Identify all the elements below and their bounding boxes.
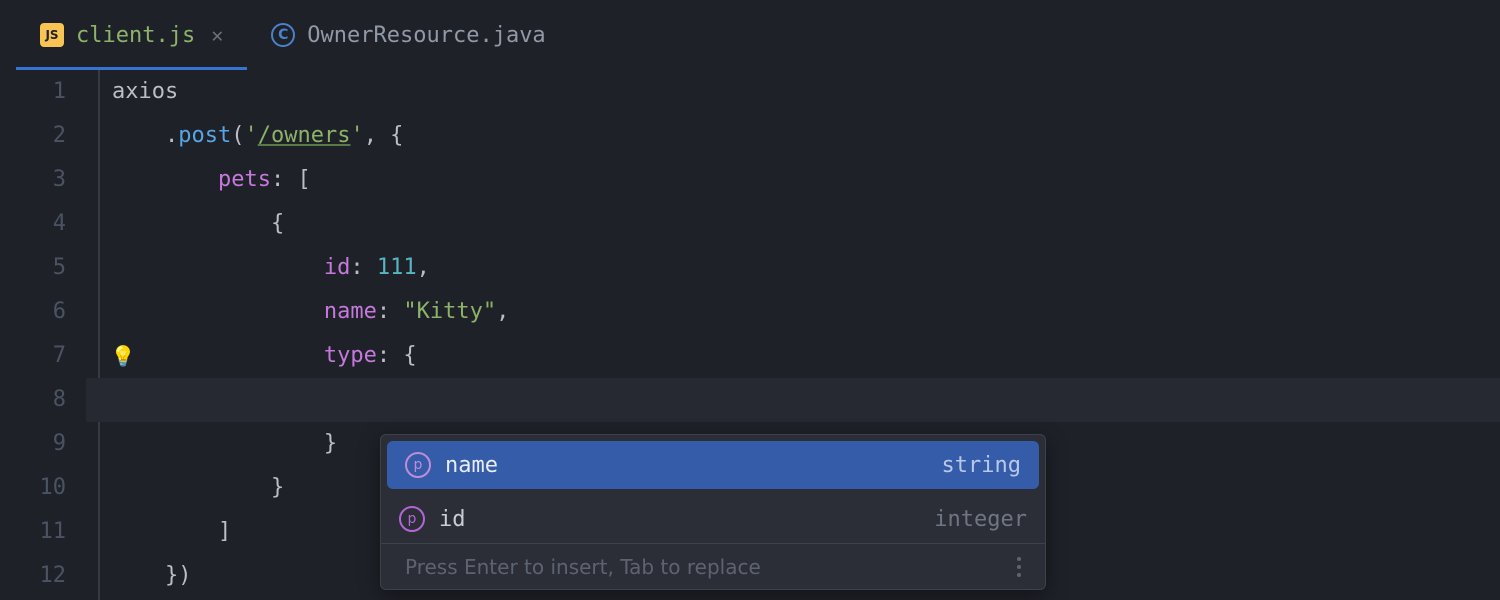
tab-title: client.js <box>76 23 195 48</box>
line-number: 5 <box>0 246 66 290</box>
line-number: 4 <box>0 202 66 246</box>
code-token: }) <box>112 563 191 588</box>
code-token: } <box>112 431 337 456</box>
code-token: , <box>496 299 509 324</box>
code-line[interactable]: .post('/owners', { <box>86 114 1500 158</box>
tab-ownerresource-java[interactable]: C OwnerResource.java <box>247 0 569 70</box>
completion-item[interactable]: pidinteger <box>381 495 1045 543</box>
lightbulb-icon: 💡 <box>111 344 136 368</box>
code-token: id <box>112 255 350 280</box>
code-token: , { <box>364 123 404 148</box>
code-line[interactable]: name: "Kitty", <box>86 290 1500 334</box>
completion-label: name <box>445 453 942 478</box>
completion-hint: Press Enter to insert, Tab to replace <box>381 543 1045 589</box>
line-gutter: 123456789101112 <box>0 70 86 600</box>
code-token: "Kitty" <box>403 299 496 324</box>
code-token: } <box>112 475 284 500</box>
code-token: : [ <box>271 167 311 192</box>
property-icon: p <box>399 506 425 532</box>
line-number: 3 <box>0 158 66 202</box>
line-number: 6 <box>0 290 66 334</box>
editor-tabs: JS client.js ✕ C OwnerResource.java <box>0 0 1500 70</box>
property-icon: p <box>405 452 431 478</box>
code-token: ' <box>350 123 363 148</box>
code-line[interactable] <box>86 378 1500 422</box>
code-token: : <box>377 299 404 324</box>
more-options-icon[interactable] <box>1017 557 1021 577</box>
code-token: : <box>350 255 377 280</box>
code-token: name <box>112 299 377 324</box>
code-token: pets <box>112 167 271 192</box>
completion-item[interactable]: pnamestring <box>387 441 1039 489</box>
completion-popup: pnamestringpidintegerPress Enter to inse… <box>380 434 1046 590</box>
code-token: , <box>417 255 430 280</box>
line-number: 9 <box>0 422 66 466</box>
code-token: : { <box>377 343 417 368</box>
line-number: 2 <box>0 114 66 158</box>
code-line[interactable]: axios <box>86 70 1500 114</box>
code-token: post <box>178 123 231 148</box>
tab-title: OwnerResource.java <box>307 23 545 48</box>
line-number: 12 <box>0 554 66 598</box>
code-token: { <box>112 211 284 236</box>
code-token: axios <box>112 79 178 104</box>
line-number: 8 <box>0 378 66 422</box>
code-token: type <box>112 343 377 368</box>
js-file-icon: JS <box>40 23 64 47</box>
line-number: 1 <box>0 70 66 114</box>
code-token: . <box>112 123 178 148</box>
tab-client-js[interactable]: JS client.js ✕ <box>16 0 247 70</box>
completion-type: integer <box>934 507 1027 532</box>
code-token: ' <box>244 123 257 148</box>
code-line[interactable]: id: 111, <box>86 246 1500 290</box>
hint-text: Press Enter to insert, Tab to replace <box>405 555 761 579</box>
code-token: /owners <box>258 123 351 148</box>
code-line[interactable]: pets: [ <box>86 158 1500 202</box>
code-token: 111 <box>377 255 417 280</box>
line-number: 11 <box>0 510 66 554</box>
intention-bulb[interactable]: 💡 <box>108 334 138 378</box>
close-icon[interactable]: ✕ <box>211 23 223 47</box>
code-line[interactable]: { <box>86 202 1500 246</box>
code-token: ] <box>112 519 231 544</box>
java-class-icon: C <box>271 23 295 47</box>
code-line[interactable]: type: { <box>86 334 1500 378</box>
line-number: 10 <box>0 466 66 510</box>
code-token: ( <box>231 123 244 148</box>
completion-label: id <box>439 507 934 532</box>
completion-type: string <box>942 453 1021 478</box>
line-number: 7 <box>0 334 66 378</box>
